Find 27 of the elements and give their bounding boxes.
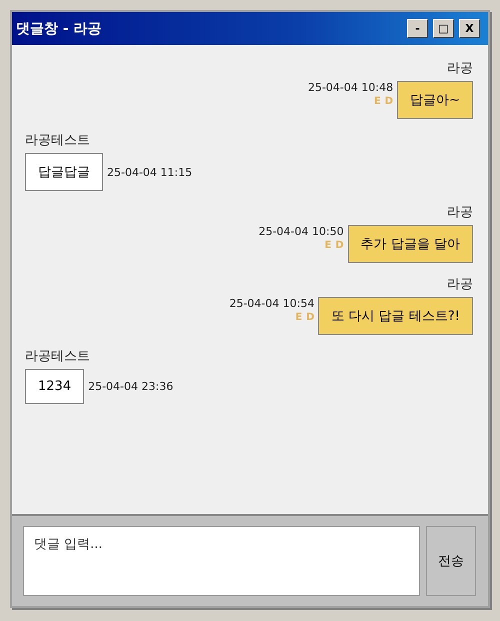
edit-link[interactable]: E xyxy=(374,96,381,107)
timestamp: 25-04-04 10:54 xyxy=(229,297,314,310)
timestamp: 25-04-04 10:50 xyxy=(258,225,344,238)
delete-link[interactable]: D xyxy=(335,240,344,251)
author-name: 라공 xyxy=(447,276,473,293)
close-button[interactable]: X xyxy=(459,19,480,38)
edit-link[interactable]: E xyxy=(295,312,302,323)
timestamp: 25-04-04 10:48 xyxy=(308,81,394,94)
author-name: 라공 xyxy=(447,204,473,221)
message-bubble: 1234 xyxy=(25,369,84,404)
send-button[interactable]: 전송 xyxy=(426,526,476,596)
timestamp: 25-04-04 11:15 xyxy=(107,166,192,178)
message-bubble: 답글답글 xyxy=(25,153,103,191)
author-name: 라공테스트 xyxy=(25,132,90,149)
message-bubble: 추가 답글을 달아 xyxy=(348,225,473,263)
author-name: 라공테스트 xyxy=(25,348,90,365)
message-bubble: 답글아~ xyxy=(397,81,473,119)
message-bubble: 또 다시 답글 테스트?! xyxy=(318,297,473,335)
delete-link[interactable]: D xyxy=(384,96,394,107)
minimize-button[interactable]: - xyxy=(407,19,428,38)
maximize-button[interactable]: □ xyxy=(433,19,454,38)
delete-link[interactable]: D xyxy=(306,312,314,323)
author-name: 라공 xyxy=(447,60,473,77)
timestamp: 25-04-04 23:36 xyxy=(88,380,174,393)
comment-input[interactable]: 댓글 입력... xyxy=(23,526,420,596)
window-title: 댓글창 - 라공 xyxy=(16,20,102,38)
edit-link[interactable]: E xyxy=(324,240,332,251)
